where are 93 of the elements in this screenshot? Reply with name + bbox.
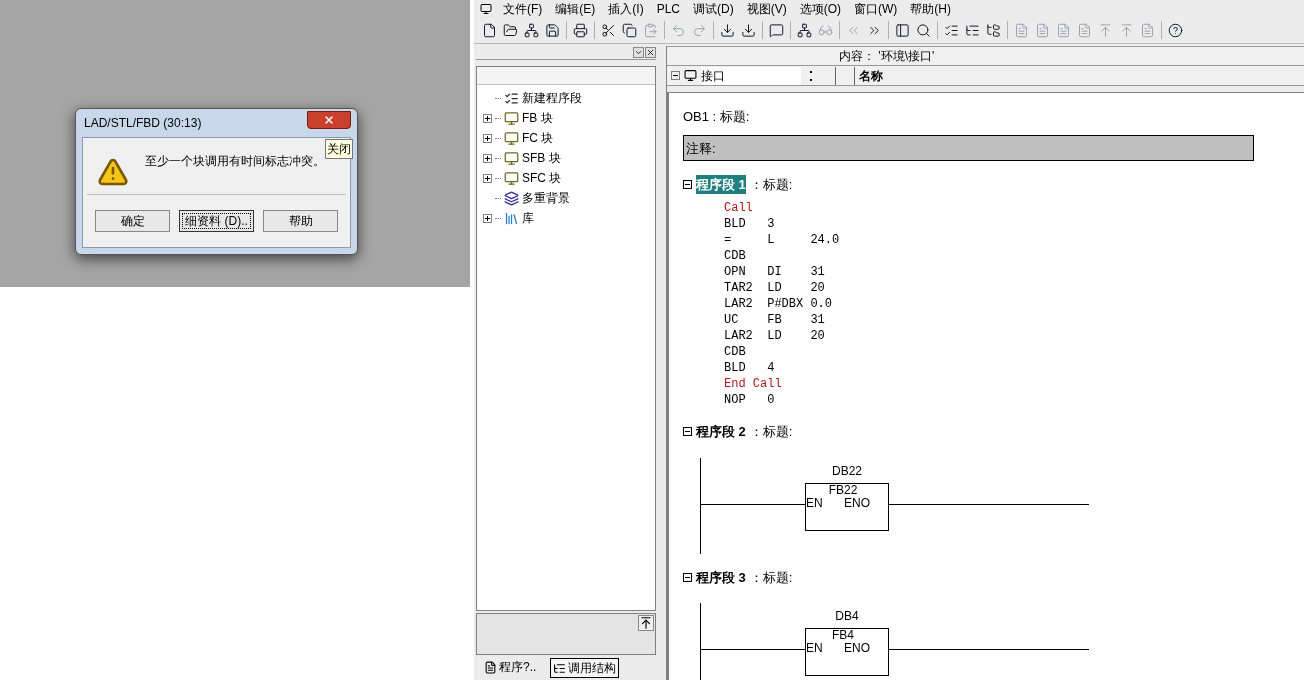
tree-item[interactable]: SFC 块 (522, 169, 562, 187)
dialog-button[interactable]: 细资料 (D).. (179, 210, 254, 232)
cut-icon[interactable] (601, 22, 616, 38)
dialog-button[interactable]: 帮助 (263, 210, 338, 232)
tree-icon[interactable] (986, 22, 1001, 38)
close-icon[interactable] (645, 47, 656, 58)
dialog-button[interactable]: 确定 (95, 210, 170, 232)
close-icon (323, 114, 335, 126)
code-line: NOP 0 (724, 392, 776, 408)
code-line: BLD 3 (724, 216, 776, 232)
tree-item[interactable]: 新建程序段 (522, 89, 582, 107)
pin-label: EN (806, 496, 823, 510)
collapse-icon[interactable] (683, 427, 692, 437)
menu-item[interactable]: 编辑(E) (555, 0, 596, 18)
close-tooltip: 关闭 (325, 139, 353, 159)
menu-item[interactable]: 插入(I) (608, 0, 644, 18)
zoom-icon[interactable] (916, 22, 931, 38)
interface-icon (684, 69, 697, 82)
code-line: BLD 4 (724, 360, 776, 376)
list-tree-icon[interactable] (965, 22, 980, 38)
download-icon[interactable] (720, 22, 735, 38)
tree-item[interactable]: FB 块 (522, 109, 553, 127)
network-title: ：标题: (749, 175, 793, 194)
network-label[interactable]: 程序段 2 (696, 422, 746, 442)
column-header: 名称 (859, 67, 883, 85)
menu-item[interactable]: 帮助(H) (910, 0, 951, 18)
code-line: LAR2 P#DBX 0.0 (724, 296, 834, 312)
instance-label: DB22 (832, 462, 862, 480)
expand-icon[interactable] (483, 113, 492, 123)
expand-icon[interactable] (483, 213, 492, 223)
code-line: End Call (724, 376, 783, 392)
menu-item[interactable]: 视图(V) (746, 0, 787, 18)
close-button[interactable] (307, 111, 351, 129)
menu-item[interactable]: PLC (656, 0, 680, 18)
panel-tab[interactable]: 程序?.. (482, 658, 539, 676)
window-icon[interactable] (480, 2, 492, 15)
network-label[interactable]: 程序段 3 (696, 567, 746, 587)
pin-label: ENO (844, 642, 870, 655)
dropdown-icon[interactable] (633, 47, 644, 58)
block-name: FB22 (828, 483, 859, 497)
expand-icon[interactable] (483, 153, 492, 163)
menu-item[interactable]: 调试(D) (693, 0, 734, 18)
network-title: ：标题: (749, 423, 793, 441)
print-icon[interactable] (573, 22, 588, 38)
network-icon[interactable] (524, 22, 539, 38)
code-line: OPN DI 31 (724, 264, 826, 280)
code-line: CDB (724, 248, 747, 264)
folder-icon[interactable] (503, 22, 518, 38)
help-icon[interactable] (1168, 22, 1183, 38)
expand-icon[interactable] (483, 173, 492, 183)
block-name: FB4 (832, 629, 855, 642)
tree-item[interactable]: SFB 块 (522, 149, 561, 167)
collapse-icon[interactable] (671, 71, 680, 80)
column-header-cell (835, 66, 855, 85)
code-line: CDB (724, 344, 747, 360)
menu-item[interactable]: 选项(O) (799, 0, 841, 18)
network-title: ：标题: (749, 568, 793, 587)
tree-item[interactable]: 多重背景 (522, 189, 570, 207)
connect-icon[interactable] (797, 22, 812, 38)
comment-icon[interactable] (769, 22, 784, 38)
content-path: 内容： '环境\接口' (839, 48, 935, 65)
menu-item[interactable]: 窗口(W) (854, 0, 898, 18)
panel-icon[interactable] (895, 22, 910, 38)
code-line: UC FB 31 (724, 312, 826, 328)
tree-item[interactable]: 库 (522, 209, 534, 227)
document-icon (484, 660, 497, 674)
network-label[interactable]: 程序段 1 (696, 174, 746, 194)
pin-label: EN (806, 642, 823, 655)
save-icon[interactable] (545, 22, 560, 38)
code-line: TAR2 LD 20 (724, 280, 826, 296)
panel-tab[interactable]: 调用结构 (550, 658, 620, 678)
code-line: = L 24.0 (724, 232, 841, 248)
dialog-message: 至少一个块调用有时间标志冲突。 (145, 153, 325, 170)
copy-icon[interactable] (622, 22, 637, 38)
pin-label: ENO (844, 496, 870, 510)
code-line: Call (724, 200, 754, 216)
warning-icon (97, 156, 129, 188)
network-icon (504, 90, 519, 106)
code-line: LAR2 LD 20 (724, 328, 826, 344)
block-title: OB1 : 标题: (683, 108, 751, 126)
collapse-icon[interactable] (683, 179, 692, 189)
dialog-title: LAD/STL/FBD (30:13) (83, 115, 202, 132)
jump-icon[interactable] (638, 615, 654, 631)
library-icon (504, 210, 519, 226)
comment-field[interactable]: 注释: (683, 134, 1254, 161)
collapse-icon[interactable] (683, 572, 692, 582)
call-tree-icon (553, 661, 567, 675)
menu-item[interactable]: 文件(F) (503, 0, 543, 18)
new-file-icon[interactable] (482, 22, 497, 38)
instance-label: DB4 (835, 608, 859, 625)
tree-item[interactable]: FC 块 (522, 129, 554, 147)
interface-field[interactable]: 接口 (701, 66, 801, 85)
expand-icon[interactable] (483, 133, 492, 143)
